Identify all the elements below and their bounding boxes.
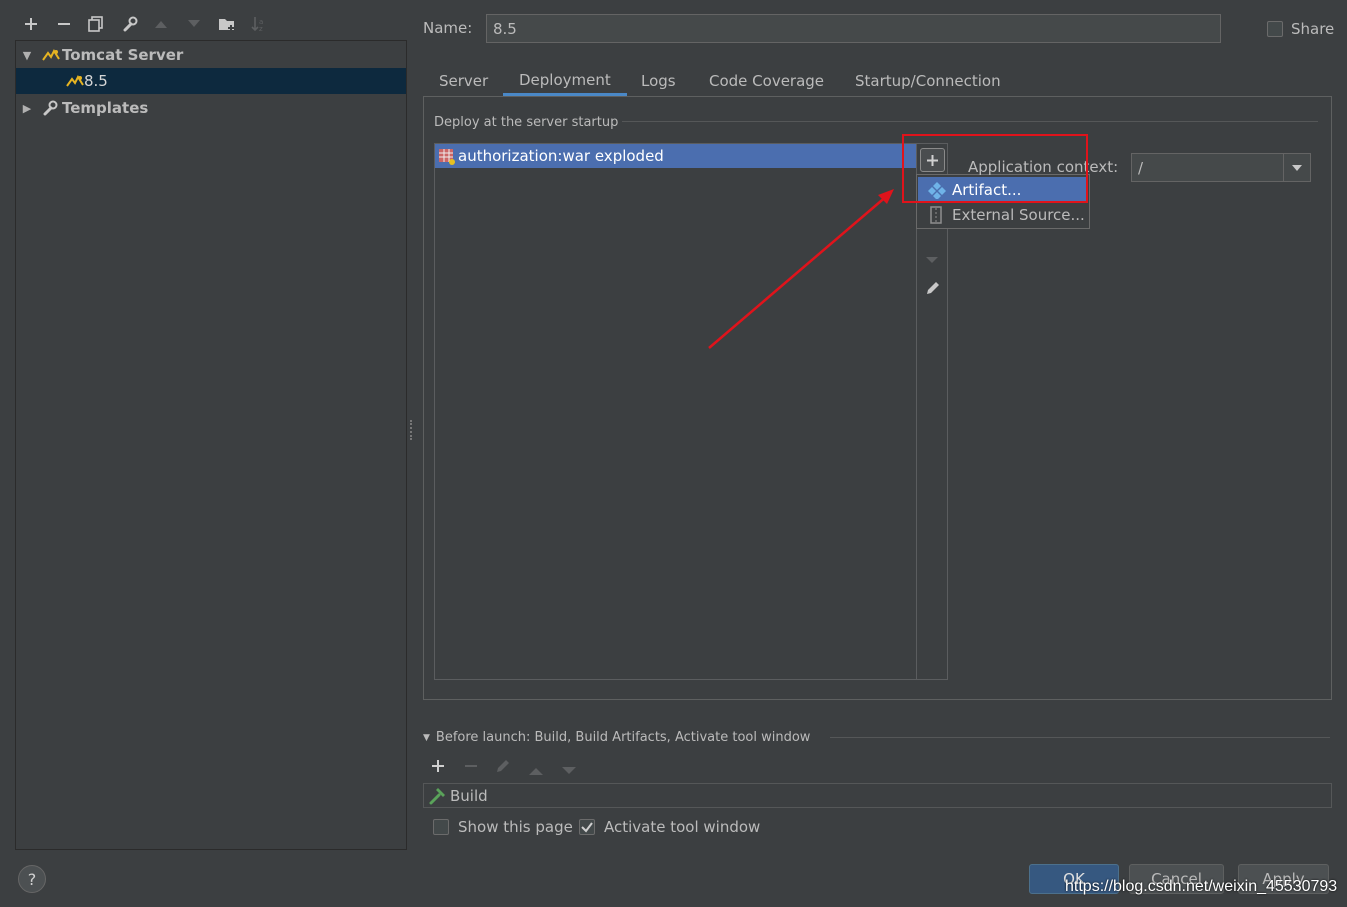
tomcat-icon	[66, 74, 84, 88]
activate-tool-window-checkbox[interactable]	[579, 819, 595, 835]
war-artifact-icon	[438, 147, 458, 165]
archive-icon	[930, 205, 952, 224]
remove-icon[interactable]	[53, 13, 75, 35]
tab-logs[interactable]: Logs	[641, 66, 676, 96]
before-launch-add-icon[interactable]	[430, 758, 446, 778]
watermark-text: https://blog.csdn.net/weixin_45530793	[1065, 878, 1338, 895]
folder-add-icon[interactable]	[216, 13, 238, 35]
name-label: Name:	[423, 19, 473, 37]
move-down-icon[interactable]	[183, 13, 205, 35]
deploy-section-label: Deploy at the server startup	[434, 115, 619, 130]
name-input[interactable]: 8.5	[486, 14, 1221, 43]
chevron-down-icon[interactable]	[1283, 154, 1310, 181]
show-page-checkbox[interactable]	[433, 819, 449, 835]
app-context-value: /	[1138, 158, 1144, 177]
share-label: Share	[1291, 20, 1335, 38]
wrench-icon	[42, 100, 62, 116]
wrench-icon[interactable]	[119, 13, 141, 35]
svg-text:z: z	[259, 25, 263, 32]
tree-item-label: Templates	[62, 99, 149, 117]
build-task-label: Build	[450, 786, 488, 805]
tab-deployment[interactable]: Deployment	[503, 66, 627, 96]
highlight-box	[902, 134, 1088, 203]
tree-item-templates[interactable]: ▶ Templates	[16, 95, 406, 121]
before-launch-remove-icon[interactable]	[463, 758, 479, 778]
add-icon[interactable]	[20, 13, 42, 35]
section-divider	[622, 121, 1318, 122]
tab-startup-connection[interactable]: Startup/Connection	[855, 66, 1001, 96]
tab-code-coverage[interactable]: Code Coverage	[709, 66, 824, 96]
splitter-handle[interactable]	[410, 420, 414, 440]
hammer-icon	[428, 787, 450, 805]
tab-server[interactable]: Server	[439, 66, 488, 96]
edit-icon[interactable]	[925, 280, 941, 300]
tomcat-icon	[42, 48, 62, 62]
section-divider	[830, 737, 1330, 738]
tree-item-tomcat-server[interactable]: ▼ Tomcat Server	[16, 42, 406, 68]
collapse-icon[interactable]: ▼	[423, 733, 430, 743]
list-item[interactable]: authorization:war exploded	[435, 144, 916, 168]
before-launch-move-up-icon[interactable]	[528, 762, 544, 780]
move-up-icon[interactable]	[150, 13, 172, 35]
before-launch-list[interactable]: Build	[423, 783, 1332, 808]
tree-item-label: Tomcat Server	[62, 46, 184, 64]
before-launch-label: Before launch: Build, Build Artifacts, A…	[435, 730, 811, 745]
tree-item-8-5[interactable]: 8.5	[16, 68, 406, 94]
show-page-label: Show this page	[458, 818, 573, 836]
copy-icon[interactable]	[85, 13, 107, 35]
before-launch-edit-icon[interactable]	[495, 758, 511, 778]
tree-item-label: 8.5	[84, 72, 108, 90]
before-launch-move-down-icon[interactable]	[561, 762, 577, 780]
list-item-label: authorization:war exploded	[458, 147, 664, 165]
menu-item-external-source[interactable]: External Source...	[918, 202, 1088, 227]
move-down-icon[interactable]	[925, 252, 939, 270]
expand-down-icon[interactable]: ▼	[20, 49, 34, 62]
before-launch-header[interactable]: ▼ Before launch: Build, Build Artifacts,…	[423, 730, 810, 745]
help-button[interactable]: ?	[18, 865, 46, 893]
annotation-arrow	[708, 189, 894, 349]
sort-icon[interactable]: az	[248, 13, 270, 35]
expand-right-icon[interactable]: ▶	[20, 102, 34, 115]
menu-item-label: External Source...	[952, 205, 1085, 224]
activate-tool-window-label: Activate tool window	[604, 818, 761, 836]
share-checkbox[interactable]	[1267, 21, 1283, 37]
app-context-combo[interactable]: /	[1131, 153, 1311, 182]
config-tree: ▼ Tomcat Server 8.5 ▶ Templates	[15, 40, 407, 850]
checkmark-icon	[581, 822, 593, 833]
